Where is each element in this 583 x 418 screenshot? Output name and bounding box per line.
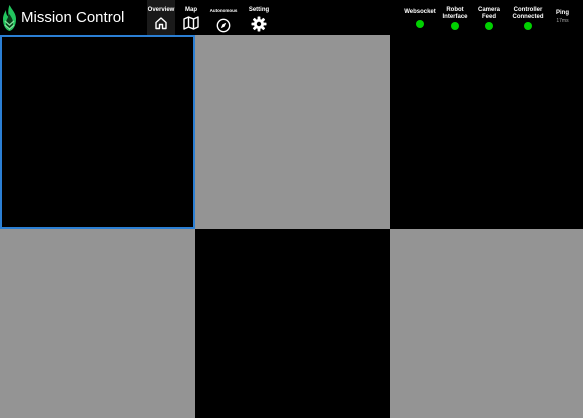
- ping-label: Ping: [556, 10, 569, 16]
- tab-setting[interactable]: Setting: [246, 0, 272, 35]
- tab-map[interactable]: Map: [180, 0, 202, 35]
- tab-label: Setting: [248, 7, 270, 13]
- tab-autonomous[interactable]: Autonomous: [206, 0, 241, 35]
- status-label: Connected: [512, 13, 544, 20]
- ping-value: 17ms: [556, 18, 569, 24]
- status-indicator: [416, 19, 424, 28]
- status-camera-feed: Camera Feed: [476, 7, 502, 30]
- tab-label: Map: [185, 7, 197, 13]
- status-label: Interface: [442, 13, 468, 20]
- status-indicator: [451, 22, 459, 30]
- top-bar: Mission Control Overview Map Autonomous …: [0, 0, 583, 35]
- status-controller-connected: Controller Connected: [510, 7, 546, 30]
- video-panel[interactable]: [0, 35, 195, 229]
- video-panel[interactable]: [195, 229, 390, 418]
- gear-icon: [251, 16, 267, 32]
- video-panel[interactable]: [0, 229, 195, 418]
- status-websocket: Websocket: [403, 9, 437, 28]
- home-icon: [155, 17, 167, 30]
- map-icon: [183, 16, 199, 30]
- status-label: Websocket: [404, 9, 436, 15]
- status-label: Feed: [481, 13, 496, 20]
- status-indicator: [485, 22, 493, 30]
- compass-icon: [216, 18, 231, 33]
- tab-label: Overview: [147, 7, 175, 13]
- tab-overview[interactable]: Overview: [147, 0, 175, 35]
- status-robot-interface: Robot Interface: [440, 7, 470, 30]
- app-title: Mission Control: [21, 9, 125, 26]
- status-indicator: [524, 22, 532, 30]
- tab-label: Autonomous: [209, 8, 238, 13]
- flame-logo-icon: [3, 5, 16, 31]
- video-panel[interactable]: [390, 35, 583, 229]
- ping-readout: Ping 17ms: [556, 10, 569, 25]
- video-panel[interactable]: [195, 35, 390, 229]
- video-panel[interactable]: [390, 229, 583, 418]
